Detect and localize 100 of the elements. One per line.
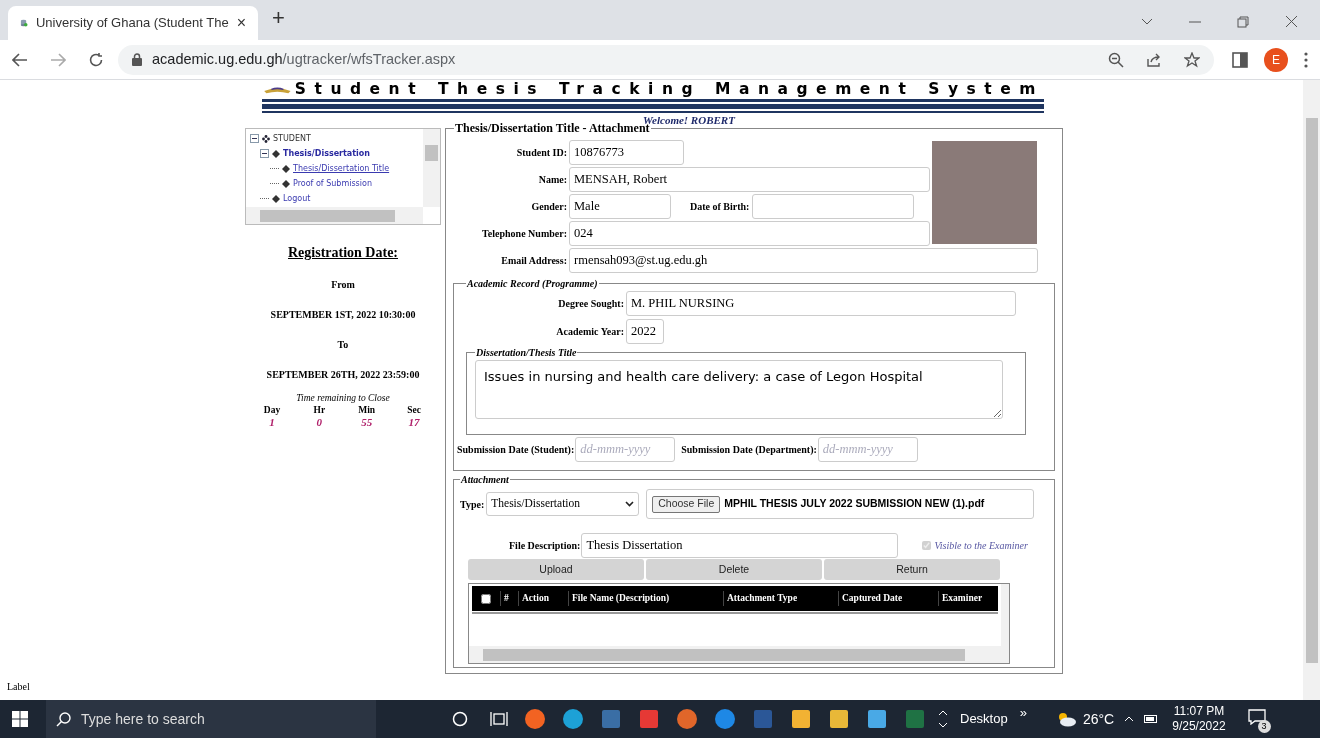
column-header[interactable]: Examiner [938, 591, 998, 606]
input-field[interactable]: MENSAH, Robert [569, 167, 930, 192]
input-field[interactable]: rmensah093@st.ug.edu.gh [569, 248, 1038, 273]
select-all-checkbox[interactable] [481, 593, 491, 604]
expand-toolbar-button[interactable]: » [1019, 703, 1027, 723]
tree-item[interactable]: Thesis/Dissertation Title [293, 162, 390, 175]
site-title: Student Thesis Tracking Management System [294, 80, 1044, 101]
field-label: Name: [538, 173, 567, 187]
chevron-down-icon [625, 501, 635, 507]
action-button[interactable]: Return [824, 559, 1000, 580]
tree-item[interactable]: Thesis/Dissertation [283, 147, 371, 160]
tree-item[interactable]: STUDENT [273, 132, 311, 145]
column-header[interactable]: Attachment Type [723, 591, 838, 606]
status-label: Label [7, 680, 30, 694]
type-dropdown[interactable]: Thesis/Dissertation [486, 492, 640, 516]
checkbox-label: Visible to the Examiner [934, 539, 1028, 553]
profile-avatar[interactable]: E [1264, 47, 1288, 72]
start-date: SEPTEMBER 1ST, 2022 10:30:00 [270, 308, 416, 322]
lock-icon [132, 53, 142, 66]
field-label: Submission Date (Department): [681, 443, 817, 457]
choose-file-button[interactable]: Choose File [652, 495, 721, 513]
app-round-icon[interactable] [562, 708, 584, 730]
field-label: Type: [460, 497, 485, 512]
countdown-label: Hr [313, 405, 326, 417]
app-round-icon[interactable] [524, 708, 546, 730]
chevron-up-icon[interactable] [1124, 716, 1135, 722]
column-header[interactable]: Captured Date [838, 591, 938, 606]
field-label: Gender: [531, 200, 567, 214]
tree-scrollbar[interactable] [423, 129, 440, 207]
app-square-icon[interactable] [828, 708, 850, 730]
action-button[interactable]: Upload [468, 559, 644, 580]
tab-close-button[interactable]: × [236, 11, 246, 35]
reload-icon[interactable] [88, 51, 104, 68]
input-field[interactable]: M. PHIL NURSING [626, 291, 1016, 316]
table-horizontal-scrollbar[interactable] [469, 646, 1009, 663]
countdown-label: Sec [407, 405, 421, 417]
countdown-label: Day [263, 405, 281, 417]
battery-icon[interactable] [1144, 714, 1159, 724]
collapse-icon[interactable] [260, 149, 269, 158]
windows-start-icon[interactable] [12, 711, 28, 727]
input-field[interactable]: 10876773 [569, 140, 684, 165]
circle-icon[interactable] [452, 711, 468, 727]
page-scrollbar[interactable] [1303, 80, 1320, 700]
close-icon[interactable] [1285, 15, 1298, 28]
collapse-icon[interactable] [250, 134, 259, 143]
scroll-arrows-icon[interactable] [938, 708, 948, 730]
countdown-value: 0 [316, 416, 323, 429]
url-text: academic.ug.edu.gh/ugtracker/wfsTracker.aspx [152, 49, 456, 69]
star-icon[interactable] [1184, 51, 1200, 68]
tab-title: University of Ghana (Student The [35, 14, 229, 33]
app-square-icon[interactable] [866, 708, 888, 730]
input-field[interactable]: Male [569, 194, 671, 219]
share-icon[interactable] [1146, 51, 1162, 68]
browser-tab[interactable]: University of Ghana (Student The × [8, 6, 258, 40]
from-label: From [331, 278, 355, 292]
side-panel-icon[interactable] [1232, 51, 1248, 68]
task-view-icon[interactable] [490, 711, 508, 727]
back-arrow-icon[interactable] [12, 52, 28, 67]
tree-horizontal-scrollbar[interactable] [246, 207, 423, 224]
input-field[interactable]: 024 [569, 221, 930, 246]
input-field[interactable]: 2022 [626, 319, 664, 344]
chevron-down-icon[interactable] [1141, 17, 1153, 26]
column-header[interactable]: # [500, 591, 518, 606]
app-square-icon[interactable] [790, 708, 812, 730]
field-label: Date of Birth: [690, 200, 750, 214]
tree-item[interactable]: Proof of Submission [293, 177, 372, 190]
new-tab-button[interactable]: + [272, 1, 285, 34]
countdown-label: Min [358, 405, 376, 417]
tree-item[interactable]: Logout [283, 192, 311, 205]
thesis-title-field[interactable]: Issues in nursing and health care delivery: a case of Legon Hospital [475, 360, 1003, 419]
countdown-title: Time remaining to Close [296, 392, 390, 405]
toolbar-label[interactable]: Desktop [960, 709, 1008, 729]
app-round-icon[interactable] [714, 708, 736, 730]
table-scrollbar[interactable] [1001, 584, 1009, 646]
action-button[interactable]: Delete [646, 559, 822, 580]
input-field[interactable]: dd-mmm-yyyy [817, 437, 918, 462]
more-menu-icon[interactable] [1304, 51, 1308, 68]
zoom-out-icon[interactable] [1108, 51, 1124, 68]
input-field[interactable] [752, 194, 915, 219]
field-label: Academic Year: [556, 325, 624, 339]
taskbar-search-field[interactable]: Type here to search [46, 700, 376, 738]
input-field[interactable]: dd-mmm-yyyy [575, 437, 676, 462]
address-bar[interactable]: academic.ug.edu.gh/ugtracker/wfsTracker.aspx [118, 44, 1214, 75]
file-input[interactable]: Choose File MPHIL THESIS JULY 2022 SUBMISSION NEW (1).pdf [646, 489, 1035, 519]
column-header[interactable]: Action [518, 591, 568, 606]
countdown-value: 1 [269, 416, 275, 429]
temperature[interactable]: 26°C [1082, 708, 1115, 730]
column-header[interactable]: File Name (Description) [568, 591, 723, 606]
app-round-icon[interactable] [676, 708, 698, 730]
clock[interactable]: 11:07 PM 9/25/2022 [1172, 704, 1226, 734]
app-square-icon[interactable] [638, 708, 660, 730]
section-legend: Attachment [460, 472, 510, 487]
input-field[interactable]: Thesis Dissertation [581, 533, 899, 558]
section-legend: Academic Record (Programme) [466, 276, 599, 291]
registration-heading: Registration Date: [288, 244, 398, 262]
restore-icon[interactable] [1237, 15, 1249, 28]
field-label: Student ID: [516, 146, 567, 160]
field-label: Submission Date (Student): [457, 443, 575, 457]
field-label: Degree Sought: [558, 297, 624, 311]
notification-icon[interactable] [1247, 709, 1266, 725]
